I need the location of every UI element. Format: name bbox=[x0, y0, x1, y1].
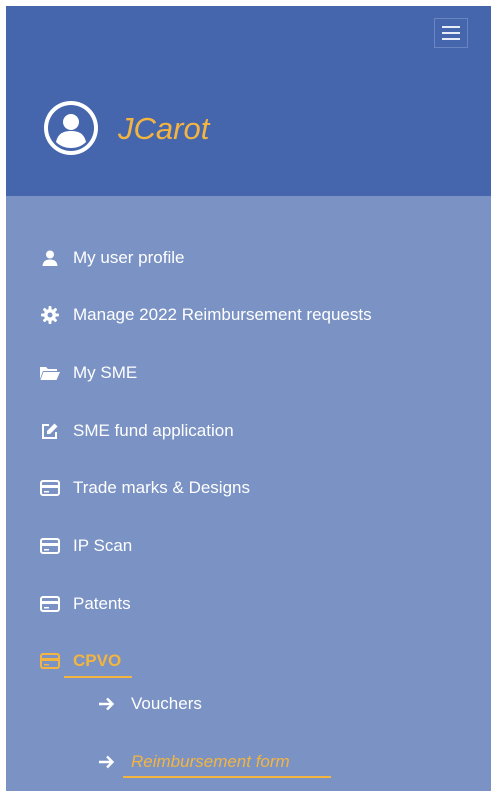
card-icon bbox=[39, 594, 61, 614]
menu-item-label: Manage 2022 Reimbursement requests bbox=[73, 305, 372, 324]
menu-item-label: CPVO bbox=[73, 651, 122, 670]
menu-item-patents[interactable]: Patents bbox=[39, 593, 131, 615]
sidebar-header: JCarot bbox=[6, 6, 491, 196]
avatar[interactable] bbox=[44, 101, 98, 155]
menu-item-label: My SME bbox=[73, 363, 138, 382]
folder-open-icon bbox=[39, 363, 61, 383]
edit-icon bbox=[39, 421, 61, 441]
menu-item-label: SME fund application bbox=[73, 421, 234, 440]
menu-toggle-button[interactable] bbox=[434, 18, 468, 48]
card-icon bbox=[39, 478, 61, 498]
active-subitem-underline bbox=[123, 776, 331, 778]
menu-item-manage-reimbursement[interactable]: Manage 2022 Reimbursement requests bbox=[39, 304, 372, 326]
menu-item-ip-scan[interactable]: IP Scan bbox=[39, 535, 132, 557]
card-icon bbox=[39, 651, 61, 671]
menu-item-user-profile[interactable]: My user profile bbox=[39, 247, 184, 269]
menu-item-label: My user profile bbox=[73, 248, 185, 267]
hamburger-icon bbox=[442, 26, 460, 40]
menu-item-label: IP Scan bbox=[73, 536, 133, 555]
user-icon bbox=[39, 248, 61, 268]
menu-item-cpvo[interactable]: CPVO bbox=[39, 650, 121, 672]
sidebar-panel: JCarot My user profile Manage 2022 Reimb… bbox=[6, 6, 491, 791]
gear-icon bbox=[39, 305, 61, 325]
menu-item-label: Patents bbox=[73, 594, 131, 613]
submenu-item-reimbursement-form[interactable]: Reimbursement form bbox=[99, 751, 290, 773]
user-circle-icon bbox=[48, 105, 94, 151]
menu-item-sme-fund[interactable]: SME fund application bbox=[39, 420, 234, 442]
menu-item-my-sme[interactable]: My SME bbox=[39, 362, 137, 384]
submenu-item-label: Reimbursement form bbox=[131, 752, 290, 771]
submenu-item-vouchers[interactable]: Vouchers bbox=[99, 693, 202, 715]
card-icon bbox=[39, 536, 61, 556]
active-item-underline bbox=[64, 676, 132, 678]
submenu-item-label: Vouchers bbox=[131, 694, 202, 713]
menu-item-trade-marks[interactable]: Trade marks & Designs bbox=[39, 477, 250, 499]
arrow-right-icon bbox=[99, 697, 117, 711]
arrow-right-icon bbox=[99, 755, 117, 769]
menu-item-label: Trade marks & Designs bbox=[73, 478, 250, 497]
username[interactable]: JCarot bbox=[118, 110, 209, 148]
